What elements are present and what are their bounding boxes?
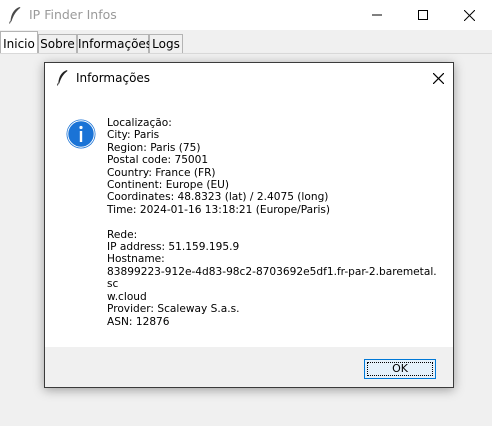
dialog-body: Localização: City: Paris Region: Paris (…	[45, 93, 453, 347]
dialog-title: Informações	[76, 71, 151, 85]
close-icon	[463, 9, 475, 21]
window-title: IP Finder Infos	[29, 7, 117, 22]
tab-sobre[interactable]: Sobre	[38, 34, 77, 53]
tab-divider	[0, 53, 492, 54]
feather-icon	[9, 7, 21, 24]
tab-logs[interactable]: Logs	[149, 34, 183, 53]
tab-informacoes[interactable]: Informações	[77, 34, 152, 53]
ok-button[interactable]: OK	[364, 359, 436, 379]
info-dialog: Informações Localização: City: Paris Reg…	[44, 62, 454, 388]
dialog-close-button[interactable]	[423, 63, 453, 93]
window-titlebar[interactable]: IP Finder Infos	[0, 0, 492, 30]
dialog-titlebar[interactable]: Informações	[45, 63, 453, 93]
minimize-button[interactable]	[354, 0, 400, 30]
tab-bar: Inicio Sobre Informações Logs	[0, 31, 492, 54]
close-icon	[432, 72, 444, 84]
maximize-icon	[418, 10, 428, 20]
dialog-message: Localização: City: Paris Region: Paris (…	[107, 117, 437, 328]
main-window: IP Finder Infos Inicio Sobre Informações…	[0, 0, 492, 426]
feather-icon	[56, 70, 68, 86]
close-window-button[interactable]	[446, 0, 492, 30]
maximize-button[interactable]	[400, 0, 446, 30]
info-icon	[66, 119, 96, 149]
tab-inicio[interactable]: Inicio	[0, 31, 38, 54]
minimize-icon	[372, 14, 382, 16]
